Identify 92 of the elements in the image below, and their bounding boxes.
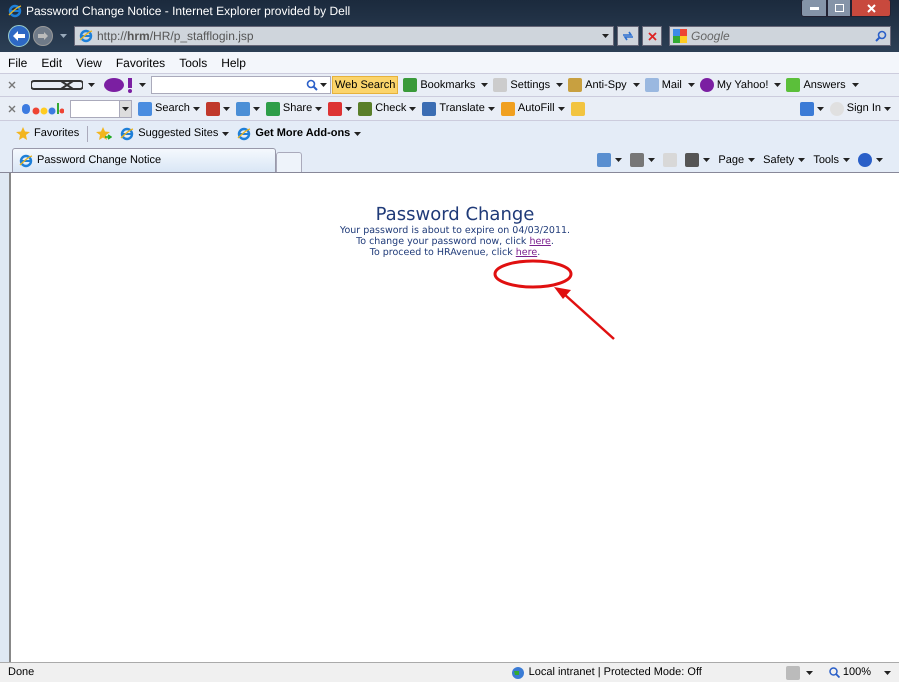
toolbar-button[interactable]: AutoFill [500,100,565,117]
menu-item[interactable]: Tools [179,54,208,72]
zone-text: Local intranet | Protected Mode: Off [528,665,702,680]
menu-item[interactable]: File [8,54,28,72]
window-title: Password Change Notice - Internet Explorer provided by Dell [26,3,350,20]
favorites-button[interactable]: Suggested Sites [120,125,230,142]
magnifier-icon [828,667,840,678]
toolbar-button[interactable]: Answers [786,76,859,94]
globe-icon [510,666,525,680]
search-bar[interactable]: Google [669,26,891,46]
here-link[interactable]: here [529,236,551,247]
icon-button[interactable] [685,153,710,167]
toolbar-button[interactable]: Settings [493,76,564,94]
icon-button[interactable] [597,153,622,167]
caret-icon [139,83,146,87]
caret-icon [122,106,129,110]
menu-item[interactable]: Favorites [116,54,166,72]
yahoo-logo-icon [104,77,134,93]
search-icon [306,79,318,91]
caret-icon [884,670,891,674]
add-favorite-icon [96,126,112,140]
search-icon [875,30,887,42]
browser-icon [19,154,33,168]
notice-text: Your password is about to expire on 04/03/2011. [340,225,570,236]
search-input[interactable] [151,76,331,94]
here-link[interactable]: here [516,247,538,258]
toolbar-button[interactable]: My Yahoo! [700,76,782,94]
back-button[interactable] [8,25,30,47]
icon-button[interactable] [236,102,260,116]
notice-text: To proceed to HRAvenue, click here. [370,247,540,258]
icon-button[interactable] [206,102,230,116]
toolbar-button[interactable]: Mail [644,76,695,94]
menu-item[interactable]: View [76,54,102,72]
page-heading: Password Change [376,205,534,225]
favorites-button[interactable]: Get More Add-ons [237,125,362,142]
caret-icon [806,670,813,674]
browser-icon [8,4,22,18]
browser-icon [237,126,252,140]
web-search-button[interactable]: Web Search [332,76,398,94]
icon-button[interactable] [630,153,656,167]
search-field[interactable]: Google [691,27,871,45]
refresh-icon [622,31,634,41]
stop-icon [648,32,656,40]
caret-icon [602,34,609,38]
close-icon [8,81,16,89]
back-arrow-icon [13,31,25,41]
notice-text: To change your password now, click here. [356,236,554,247]
browser-icon [120,126,134,140]
toolbar-button[interactable]: Anti-Spy [568,76,640,94]
close-toolbar-button[interactable] [8,81,16,89]
toolbar-button[interactable]: Share [266,100,322,117]
sign-in-button[interactable]: Sign In [830,100,891,117]
icon-button[interactable] [858,153,883,167]
search-input[interactable] [70,100,132,118]
toolbar-button[interactable]: Check [358,100,416,117]
address-field[interactable]: http://hrm/HR/p_stafflogin.jsp [74,26,614,46]
forward-button[interactable] [33,26,53,46]
history-caret-icon [60,34,67,38]
forward-arrow-icon [38,32,48,40]
toolbar-button[interactable]: Search [138,100,200,117]
browser-tab[interactable]: Password Change Notice [12,148,276,172]
stop-button[interactable] [642,26,662,46]
menu-item[interactable]: Help [221,54,246,72]
refresh-button[interactable] [617,26,639,46]
google-logo-icon [22,102,64,116]
command-button[interactable]: Tools [813,152,850,168]
annotation-arrow [552,287,616,341]
command-button[interactable]: Page [718,152,756,168]
close-icon [866,4,876,12]
favorites-button[interactable]: Favorites [16,125,80,142]
command-button[interactable]: Safety [763,152,806,168]
close-button[interactable] [851,0,891,17]
star-icon [16,126,30,140]
browser-icon [79,29,93,43]
caret-icon [320,83,327,87]
zoom-button[interactable]: 100% [828,664,891,681]
minimize-icon [810,6,818,10]
caret-icon [88,83,95,87]
toolbar-button[interactable]: Bookmarks [403,76,488,94]
icon-button[interactable] [800,102,824,116]
google-logo-icon [673,29,687,43]
url-text: http://hrm/HR/p_stafflogin.jsp [97,28,254,45]
maximize-button[interactable] [827,0,851,17]
close-toolbar-button[interactable] [8,104,16,112]
restore-icon [834,4,844,12]
close-icon [8,104,16,112]
divx-logo-icon [31,80,83,90]
toolbar-button[interactable]: Translate [422,100,495,117]
status-text: Done [8,665,34,680]
menu-item[interactable]: Edit [41,54,62,72]
minimize-button[interactable] [801,0,827,17]
icon-button[interactable] [328,102,352,116]
